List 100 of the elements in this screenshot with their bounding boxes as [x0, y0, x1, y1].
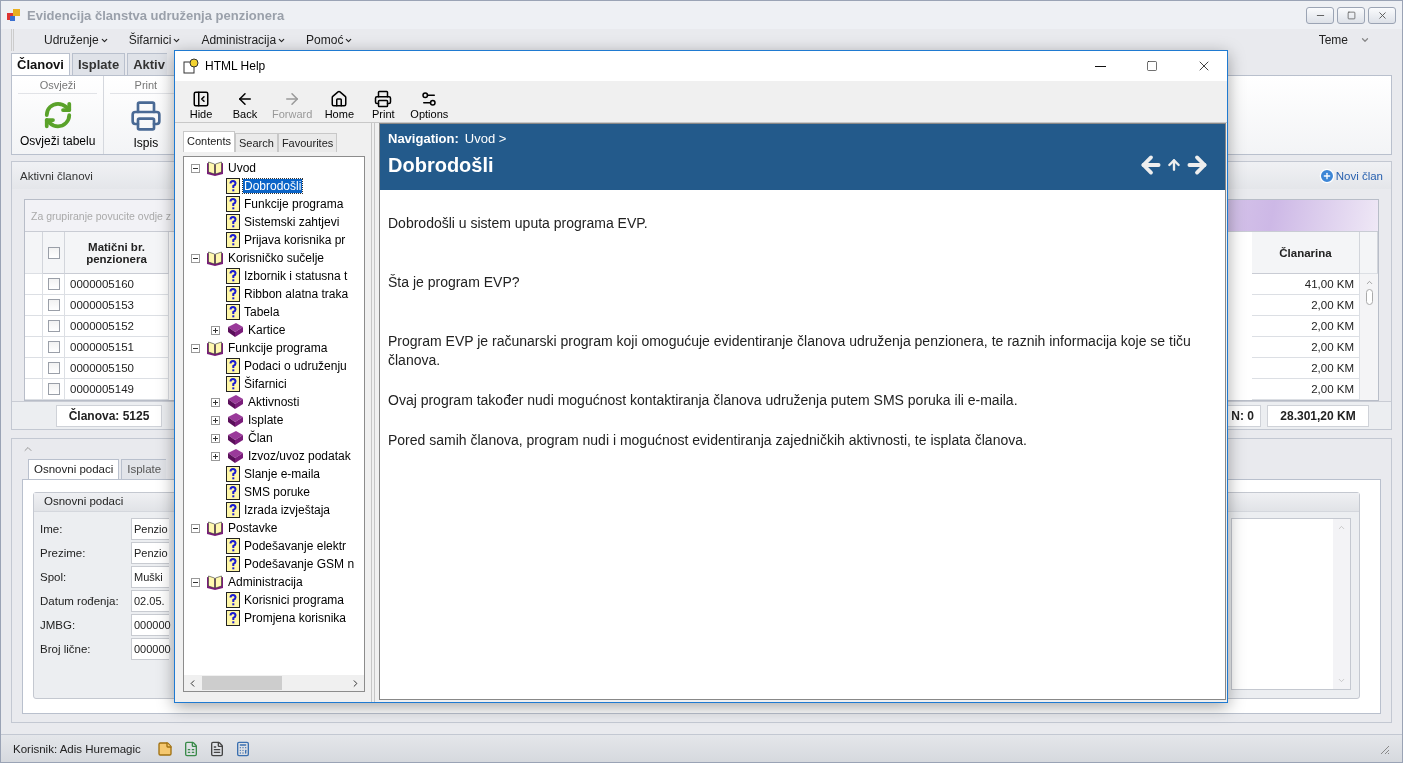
ribbon-button[interactable]: Ispis — [127, 94, 164, 150]
input-field[interactable]: 000000 — [131, 638, 169, 660]
row-indicator[interactable] — [25, 358, 43, 379]
row-indicator[interactable] — [25, 316, 43, 337]
tree-item[interactable]: Postavke — [227, 521, 279, 535]
input-field[interactable]: Muški — [131, 566, 169, 588]
tree-item[interactable]: Isplate — [247, 413, 285, 427]
row-indicator[interactable] — [25, 337, 43, 358]
tree-item[interactable]: Član — [247, 431, 274, 445]
tree-item[interactable]: Izvoz/uvoz podatak — [247, 449, 352, 463]
tree-item[interactable]: Funkcije programa — [227, 341, 329, 355]
restore-button[interactable] — [1337, 6, 1365, 24]
collapse-toggle[interactable] — [191, 523, 200, 533]
row-checkbox[interactable] — [47, 341, 60, 353]
close-button[interactable] — [1368, 6, 1396, 24]
row-checkbox[interactable] — [47, 362, 60, 374]
collapse-toggle[interactable] — [191, 343, 200, 353]
toolbar-button[interactable]: Print — [363, 90, 404, 120]
navigation-label: Navigation: — [388, 131, 459, 146]
detail-tab[interactable]: Isplate — [121, 459, 167, 479]
tree-item[interactable]: Šifarnici — [243, 377, 288, 391]
row-checkbox[interactable] — [47, 278, 60, 290]
minimize-button[interactable] — [1306, 6, 1334, 24]
detail-tab[interactable]: Osnovni podaci — [28, 459, 120, 479]
tree-item[interactable]: Promjena korisnika — [243, 611, 348, 625]
navigation-tab[interactable]: Contents — [183, 131, 236, 152]
menu-item[interactable]: Pomoć — [306, 33, 354, 47]
tree-item[interactable]: Funkcije programa — [243, 197, 345, 211]
open-book-icon — [206, 520, 224, 536]
calculator-icon[interactable] — [234, 740, 251, 757]
menu-item[interactable]: Šifarnici — [128, 33, 182, 47]
tree-item[interactable]: Kartice — [247, 323, 287, 337]
document-file-icon[interactable] — [208, 740, 225, 757]
help-page-icon — [226, 610, 240, 626]
menu-item[interactable]: Administracija — [201, 33, 287, 47]
toolbar-button[interactable]: Options — [407, 90, 452, 120]
navigation-tab[interactable]: Search — [235, 133, 278, 152]
expand-toggle[interactable] — [211, 433, 220, 443]
expand-toggle[interactable] — [211, 397, 220, 407]
tree-item[interactable]: Korisnici programa — [243, 593, 346, 607]
toolbar-button[interactable]: Home — [319, 90, 360, 120]
toolbar-button[interactable]: Hide — [181, 90, 221, 120]
tree-item[interactable]: Podaci o udruženju — [243, 359, 348, 373]
navigation-tab[interactable]: Favourites — [277, 133, 338, 152]
tree-item[interactable]: Podešavanje elektr — [243, 539, 348, 553]
row-checkbox[interactable] — [47, 383, 60, 395]
tree-item[interactable]: Ribbon alatna traka — [243, 287, 350, 301]
help-page-icon — [226, 556, 240, 572]
row-indicator[interactable] — [25, 295, 43, 316]
menu-item[interactable]: Udruženje — [44, 33, 109, 47]
scroll-thumb[interactable] — [202, 676, 282, 690]
breadcrumb-link[interactable]: Uvod > — [464, 131, 507, 146]
vertical-scrollbar[interactable] — [1360, 274, 1378, 400]
tree-item[interactable]: Slanje e-maila — [243, 467, 322, 481]
tree-item[interactable]: Izbornik i statusna t — [243, 269, 349, 283]
collapse-toggle[interactable] — [191, 253, 200, 263]
tree-item[interactable]: Aktivnosti — [247, 395, 301, 409]
theme-menu[interactable]: Teme — [1318, 33, 1370, 47]
select-all-checkbox[interactable] — [47, 246, 60, 259]
help-page-icon — [226, 592, 240, 608]
note-icon[interactable] — [156, 740, 173, 757]
toolbar-button[interactable]: Back — [225, 90, 265, 120]
tree-item[interactable]: Administracija — [227, 575, 304, 589]
scroll-thumb[interactable] — [1365, 289, 1373, 305]
tree-item[interactable]: Korisničko sučelje — [227, 251, 326, 265]
tree-item[interactable]: Dobrodošli — [243, 179, 303, 193]
expand-toggle[interactable] — [211, 325, 220, 335]
vertical-scrollbar[interactable] — [1333, 519, 1350, 689]
column-header[interactable]: Matični br. penzionera — [65, 232, 169, 274]
tree-item[interactable]: Prijava korisnika pr — [243, 233, 347, 247]
horizontal-scrollbar[interactable] — [184, 675, 364, 691]
row-checkbox[interactable] — [47, 320, 60, 332]
row-indicator[interactable] — [25, 379, 43, 400]
tree-item[interactable]: Uvod — [227, 161, 257, 175]
tree-item[interactable]: Sistemski zahtjevi — [243, 215, 341, 229]
notes-field[interactable] — [1231, 518, 1351, 690]
row-checkbox[interactable] — [47, 299, 60, 311]
collapse-toggle[interactable] — [191, 163, 200, 173]
table-cell: 0000005151 — [65, 337, 169, 358]
tree-item[interactable]: Tabela — [243, 305, 281, 319]
input-field[interactable]: Penzio — [131, 518, 169, 540]
parent-topic-button[interactable] — [1165, 157, 1183, 173]
row-indicator[interactable] — [25, 274, 43, 295]
input-field[interactable]: 000000 — [131, 614, 169, 636]
open-book-icon — [206, 250, 224, 266]
ribbon-tab[interactable]: Aktiv — [127, 53, 167, 75]
ribbon-tab[interactable]: Članovi — [11, 53, 70, 75]
new-member-button[interactable]: Novi član — [1318, 167, 1383, 184]
collapse-toggle[interactable] — [191, 577, 200, 587]
ribbon-tab[interactable]: Isplate — [71, 53, 126, 75]
input-field[interactable]: Penzio — [131, 542, 169, 564]
spreadsheet-file-icon[interactable] — [182, 740, 199, 757]
column-header[interactable]: Članarina — [1252, 232, 1360, 274]
help-page-icon — [226, 232, 240, 248]
tree-item[interactable]: Podešavanje GSM n — [243, 557, 356, 571]
expand-toggle[interactable] — [211, 415, 220, 425]
table-cell: 2,00 KM — [1252, 337, 1360, 358]
ribbon-button[interactable]: Osvježi tabelu — [18, 94, 98, 148]
expand-toggle[interactable] — [211, 451, 220, 461]
input-field[interactable]: 02.05. — [131, 590, 169, 612]
